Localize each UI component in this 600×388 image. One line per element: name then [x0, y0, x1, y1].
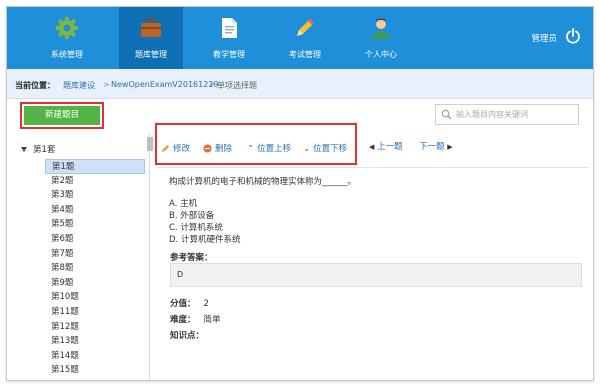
expand-triangle-icon[interactable] — [21, 147, 27, 152]
nav-system[interactable]: 系统管理 — [35, 7, 99, 69]
double-up-icon: ⌃ — [247, 143, 255, 154]
pencil-icon — [297, 19, 314, 36]
nav-teaching[interactable]: 教学管理 — [197, 7, 261, 69]
breadcrumb-label: 当前位置： — [15, 81, 55, 90]
tree-item[interactable]: 第7题 — [45, 247, 145, 262]
edit-button[interactable]: 修改 — [161, 142, 190, 154]
nav-label: 题库管理 — [135, 50, 167, 59]
breadcrumb-link-bank[interactable]: 题库建设 — [63, 80, 95, 91]
nav-label: 考试管理 — [289, 50, 321, 59]
tree-item[interactable]: 第10题 — [45, 290, 145, 305]
delete-button[interactable]: 删除 — [203, 142, 232, 154]
minus-circle-icon — [203, 144, 212, 153]
breadcrumb-separator: > — [209, 80, 216, 89]
tree-root-label: 第1套 — [33, 145, 56, 155]
difficulty-value: 简单 — [203, 315, 221, 325]
nav-label: 个人中心 — [365, 50, 397, 59]
tree-item[interactable]: 第11题 — [45, 305, 145, 320]
action-toolbar-highlight: 修改 删除 ⌃ 位置上移 ⌄ 位置下移 — [155, 123, 357, 165]
breadcrumb: 当前位置： 题库建设 > NewOpenExamV20161229 > 单项选择… — [7, 69, 593, 99]
score-label: 分值： — [170, 299, 196, 309]
panel-divider — [149, 133, 150, 380]
pencil-icon — [161, 144, 170, 153]
tree-item[interactable]: 第8题 — [45, 261, 145, 276]
next-label: 下一题 — [419, 142, 445, 152]
option-b: B. 外部设备 — [169, 211, 215, 221]
briefcase-icon — [141, 18, 161, 37]
document-icon — [222, 18, 237, 38]
search-box[interactable] — [435, 104, 579, 125]
score-value: 2 — [203, 299, 209, 309]
answer-value: D — [170, 263, 582, 287]
tree-item[interactable]: 第1题 — [45, 159, 145, 174]
difficulty-row: 难度： 简单 — [170, 313, 221, 325]
next-question-button[interactable]: 下一题 ▶ — [419, 140, 453, 152]
tree-item[interactable]: 第14题 — [45, 349, 145, 364]
tree-item[interactable]: 第15题 — [45, 363, 145, 378]
search-input[interactable] — [456, 107, 576, 122]
move-down-label: 位置下移 — [313, 144, 348, 154]
nav-label: 教学管理 — [213, 50, 245, 59]
nav-label: 系统管理 — [51, 50, 83, 59]
nav-question-bank[interactable]: 题库管理 — [119, 7, 183, 69]
tree-item[interactable]: 第13题 — [45, 334, 145, 349]
nav-personal[interactable]: 个人中心 — [349, 7, 413, 69]
splitter-handle[interactable] — [147, 137, 153, 151]
top-nav: 系统管理 题库管理 教学管理 考试管理 个人中心 管理员 — [7, 7, 593, 69]
caret-left-icon: ◀ — [369, 143, 375, 151]
prev-label: 上一题 — [377, 142, 403, 152]
tree-item[interactable]: 第4题 — [45, 203, 145, 218]
power-icon[interactable] — [565, 28, 581, 44]
tree-item[interactable]: 第12题 — [45, 320, 145, 335]
search-icon — [441, 109, 452, 120]
new-question-highlight: 新建题目 — [20, 102, 104, 129]
knowledge-row: 知识点： — [170, 329, 204, 341]
breadcrumb-link-exam[interactable]: NewOpenExamV20161229 — [111, 80, 219, 89]
question-tree: 第1套 第1题 第2题 第3题 第4题 第5题 第6题 第7题 第8题 第9题 … — [15, 137, 145, 380]
tree-item[interactable]: 第5题 — [45, 217, 145, 232]
double-down-icon: ⌄ — [303, 143, 311, 154]
answer-label: 参考答案： — [170, 253, 213, 263]
option-a: A. 主机 — [169, 199, 198, 209]
tree-list: 第1题 第2题 第3题 第4题 第5题 第6题 第7题 第8题 第9题 第10题… — [45, 159, 145, 378]
app-window: 系统管理 题库管理 教学管理 考试管理 个人中心 管理员 当前位置： 题库建设 … — [6, 6, 594, 381]
nav-exam[interactable]: 考试管理 — [273, 7, 337, 69]
admin-label[interactable]: 管理员 — [531, 32, 557, 44]
option-c: C. 计算机系统 — [169, 223, 223, 233]
new-question-button[interactable]: 新建题目 — [24, 106, 100, 125]
gear-icon — [56, 17, 78, 39]
delete-label: 删除 — [215, 144, 233, 154]
option-d: D. 计算机硬件系统 — [169, 235, 241, 245]
move-up-button[interactable]: ⌃ 位置上移 — [247, 142, 292, 155]
prev-question-button[interactable]: ◀ 上一题 — [369, 140, 403, 152]
tree-item[interactable]: 第2题 — [45, 174, 145, 189]
difficulty-label: 难度： — [170, 315, 196, 325]
user-icon — [372, 18, 390, 39]
edit-label: 修改 — [173, 144, 191, 154]
caret-right-icon: ▶ — [447, 143, 453, 151]
tree-item[interactable]: 第3题 — [45, 188, 145, 203]
move-up-label: 位置上移 — [257, 144, 292, 154]
content-divider — [157, 167, 589, 168]
breadcrumb-current: 单项选择题 — [217, 81, 257, 90]
knowledge-label: 知识点： — [170, 331, 205, 341]
breadcrumb-separator: > — [103, 80, 110, 89]
tree-item[interactable]: 第6题 — [45, 232, 145, 247]
move-down-button[interactable]: ⌄ 位置下移 — [303, 142, 348, 155]
score-row: 分值： 2 — [170, 297, 209, 309]
tree-item[interactable]: 第9题 — [45, 276, 145, 291]
question-stem: 构成计算机的电子和机械的物理实体称为______。 — [169, 177, 357, 187]
tree-root[interactable]: 第1套 — [21, 143, 55, 155]
